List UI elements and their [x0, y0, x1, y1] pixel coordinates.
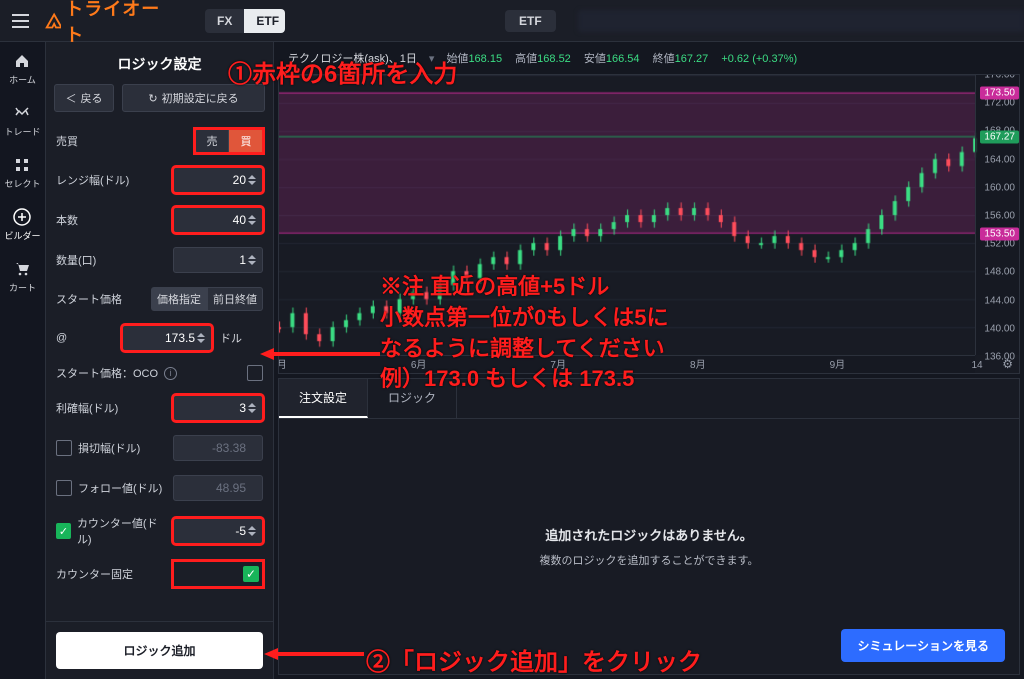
count-input[interactable] [173, 207, 263, 233]
gear-icon[interactable]: ⚙ [1002, 357, 1013, 371]
buy-button[interactable]: 買 [229, 129, 263, 153]
panel-title: ロジック設定 [46, 42, 273, 84]
range-label: レンジ幅(ドル) [56, 172, 165, 188]
stepper-icon[interactable] [248, 398, 260, 418]
empty-subtext: 複数のロジックを追加することができます。 [540, 552, 759, 568]
info-icon[interactable]: i [164, 367, 177, 380]
back-button[interactable]: ＜戻る [54, 84, 114, 112]
start-mode-toggle[interactable]: 価格指定 前日終値 [151, 287, 263, 311]
tab-fx[interactable]: FX [205, 9, 244, 33]
chart-area[interactable]: 136.00140.00144.00148.00152.00156.00160.… [278, 74, 1020, 374]
range-input[interactable] [173, 167, 263, 193]
rail-builder[interactable]: ビルダー [4, 208, 40, 242]
chart-x-axis: 5月6月7月8月9月14 [279, 355, 975, 373]
rail-home[interactable]: ホーム [9, 52, 36, 86]
rail-label: セレクト [4, 177, 40, 190]
cart-icon [13, 260, 31, 278]
follow-input[interactable] [173, 475, 263, 501]
stepper-icon[interactable] [248, 250, 260, 270]
fix-checkbox[interactable]: ✓ [243, 566, 259, 582]
rail-label: カート [9, 281, 36, 294]
top-pill-etf[interactable]: ETF [505, 10, 556, 32]
chart-y-axis: 136.00140.00144.00148.00152.00156.00160.… [975, 75, 1019, 355]
stepper-icon[interactable] [248, 210, 260, 230]
count-label: 本数 [56, 212, 165, 228]
at-unit: ドル [220, 330, 242, 346]
price-chart[interactable] [279, 75, 1019, 373]
side-label: 売買 [56, 133, 187, 149]
tp-input[interactable] [173, 395, 263, 421]
rail-label: ビルダー [4, 229, 40, 242]
rail-label: トレード [4, 125, 40, 138]
add-logic-button[interactable]: ロジック追加 [56, 632, 263, 669]
side-toggle[interactable]: 売 買 [195, 129, 263, 153]
reset-button[interactable]: ↻初期設定に戻る [122, 84, 265, 112]
at-input[interactable] [122, 325, 212, 351]
oco-checkbox[interactable] [247, 365, 263, 381]
opt-prevclose[interactable]: 前日終値 [207, 287, 263, 311]
stepper-icon[interactable] [248, 521, 260, 541]
sl-input[interactable] [173, 435, 263, 461]
logic-settings-panel: ロジック設定 ＜戻る ↻初期設定に戻る 売買 売 買 レンジ幅(ドル) 本数 [46, 42, 274, 679]
menu-icon[interactable] [12, 14, 29, 28]
rail-cart[interactable]: カート [9, 260, 36, 294]
rail-label: ホーム [9, 73, 36, 86]
asset-class-toggle[interactable]: FX ETF [205, 9, 285, 33]
chart-header: テクノロジー株(ask)、1日 ▾ 始値168.15 高値168.52 安値16… [274, 42, 1024, 74]
rail-trade[interactable]: トレード [4, 104, 40, 138]
opt-price[interactable]: 価格指定 [151, 287, 207, 311]
stepper-icon[interactable] [248, 170, 260, 190]
home-icon [13, 52, 31, 70]
tab-etf[interactable]: ETF [244, 9, 285, 33]
oco-label: スタート価格：OCOi [56, 365, 239, 381]
rail-select[interactable]: セレクト [4, 156, 40, 190]
at-label: @ [56, 332, 114, 344]
simulation-button[interactable]: シミュレーションを見る [841, 629, 1005, 662]
ohlc-readout: 始値168.15 高値168.52 安値166.54 終値167.27 +0.6… [446, 50, 797, 66]
builder-icon [13, 208, 31, 226]
follow-label: フォロー値(ドル) [56, 480, 165, 496]
counter-input[interactable] [173, 518, 263, 544]
lower-panel: 注文設定 ロジック 追加されたロジックはありません。 複数のロジックを追加するこ… [278, 378, 1020, 675]
trade-icon [13, 104, 31, 122]
brand-logo: トライオート [43, 0, 171, 47]
qty-input[interactable] [173, 247, 263, 273]
blurred-region [578, 10, 1024, 32]
sl-checkbox[interactable] [56, 440, 72, 456]
select-icon [13, 156, 31, 174]
chart-symbol: テクノロジー株(ask)、1日 [288, 50, 417, 66]
follow-checkbox[interactable] [56, 480, 72, 496]
sell-button[interactable]: 売 [195, 129, 229, 153]
qty-label: 数量(口) [56, 252, 165, 268]
tab-order-settings[interactable]: 注文設定 [279, 379, 368, 418]
counter-label: ✓カウンター値(ドル) [56, 515, 165, 547]
tab-logic[interactable]: ロジック [368, 379, 457, 418]
counter-checkbox[interactable]: ✓ [56, 523, 71, 539]
tp-label: 利確幅(ドル) [56, 400, 165, 416]
empty-heading: 追加されたロジックはありません。 [545, 525, 753, 544]
fix-label: カウンター固定 [56, 566, 165, 582]
start-label: スタート価格 [56, 291, 143, 307]
stepper-icon[interactable] [197, 328, 209, 348]
sl-label: 損切幅(ドル) [56, 440, 165, 456]
